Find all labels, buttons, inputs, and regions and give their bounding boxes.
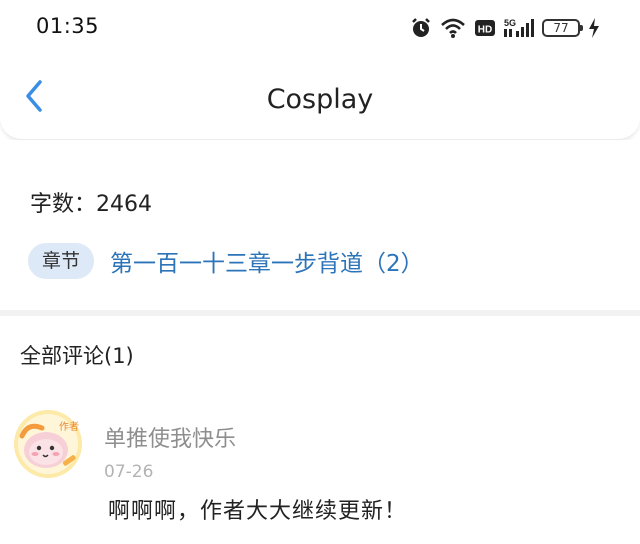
comment-text: 啊啊啊，作者大大继续更新！ <box>108 499 408 524</box>
hd-label: HD <box>478 25 492 36</box>
hd-icon: HD <box>474 18 496 38</box>
network-label: 5G <box>504 18 516 28</box>
status-bar: 01:35 HD 5G 77 <box>0 0 640 58</box>
comment-date: 07-26 <box>104 462 154 482</box>
chapter-info-section: 字数：2464 章节 第一百一十三章一步背道（2） <box>0 140 640 310</box>
comments-section: 全部评论(1) 作者 单推使我快乐 07-26 啊啊啊，作者大大继续更新！ <box>0 316 640 544</box>
charging-icon <box>588 17 600 39</box>
battery-level: 77 <box>553 21 569 35</box>
commenter-username[interactable]: 单推使我快乐 <box>104 421 236 453</box>
avatar-badge: 作者 <box>59 421 79 433</box>
status-time: 01:35 <box>36 14 100 38</box>
word-count: 字数：2464 <box>30 192 152 217</box>
signal-icon: 5G <box>504 17 534 39</box>
chapter-title-link[interactable]: 第一百一十三章一步背道（2） <box>110 244 424 278</box>
comments-header: 全部评论(1) <box>20 344 134 368</box>
chapter-tag: 章节 <box>28 243 95 279</box>
avatar[interactable]: 作者 <box>12 408 84 480</box>
wifi-icon <box>440 17 466 39</box>
status-icons: HD 5G 77 <box>410 16 600 40</box>
top-navigation-bar: Cosplay <box>0 58 640 140</box>
battery-icon: 77 <box>542 19 583 37</box>
page-title: Cosplay <box>266 84 374 115</box>
comment-item: 作者 单推使我快乐 07-26 啊啊啊，作者大大继续更新！ <box>0 400 640 544</box>
alarm-icon <box>410 17 432 39</box>
chapter-row: 章节 第一百一十三章一步背道（2） <box>28 243 424 279</box>
